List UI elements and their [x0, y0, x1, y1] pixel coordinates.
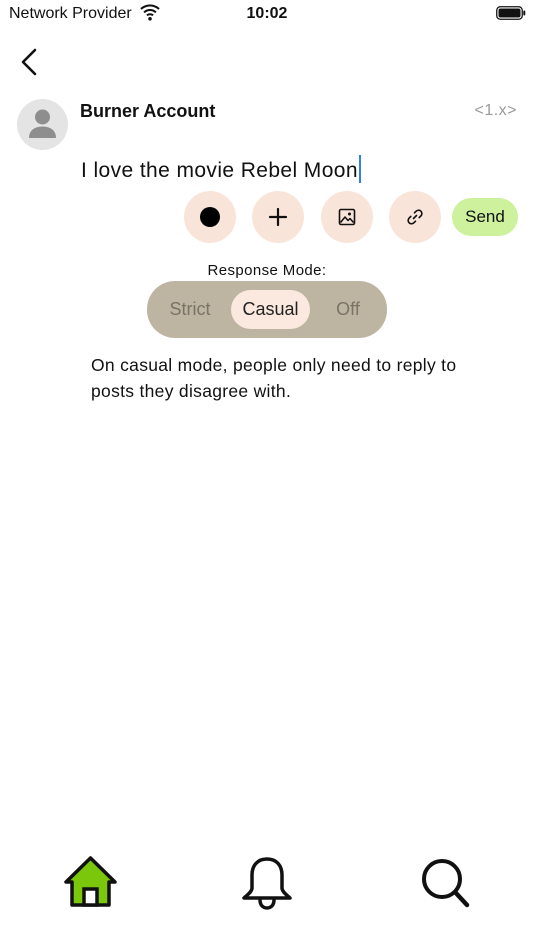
record-button[interactable] — [184, 191, 236, 243]
response-mode-label: Response Mode: — [207, 262, 327, 279]
battery-icon — [496, 6, 526, 20]
bell-icon — [242, 857, 292, 910]
person-icon — [29, 109, 56, 138]
record-dot-icon — [200, 207, 220, 227]
back-button[interactable] — [14, 46, 44, 78]
tab-notifications[interactable] — [241, 855, 293, 910]
post-text: I love the movie Rebel Moon — [81, 159, 358, 182]
image-icon — [338, 208, 356, 226]
version-tag: <1.x> — [474, 102, 517, 119]
image-button[interactable] — [321, 191, 373, 243]
response-mode-selector: Strict Casual Off — [147, 281, 387, 338]
mode-option-casual[interactable]: Casual — [231, 290, 310, 329]
text-caret — [358, 155, 361, 183]
tab-home[interactable] — [63, 855, 118, 908]
compose-screen: Network Provider 10:02 Burner Account <1… — [0, 0, 534, 950]
mode-description: On casual mode, people only need to repl… — [91, 355, 457, 401]
add-button[interactable] — [252, 191, 304, 243]
tab-search[interactable] — [420, 857, 470, 909]
mode-option-off[interactable]: Off — [323, 290, 373, 329]
send-button[interactable]: Send — [452, 198, 518, 236]
account-name: Burner Account — [80, 101, 216, 121]
mode-option-strict[interactable]: Strict — [159, 290, 221, 329]
status-bar: Network Provider 10:02 — [0, 0, 534, 30]
link-icon — [407, 209, 423, 225]
status-time: 10:02 — [246, 5, 288, 22]
plus-icon — [268, 207, 288, 227]
post-text-input[interactable]: I love the movie Rebel Moon — [81, 155, 361, 183]
search-icon — [422, 859, 470, 908]
chevron-left-icon — [21, 48, 37, 76]
home-icon — [64, 856, 117, 907]
avatar — [17, 99, 68, 150]
link-button[interactable] — [389, 191, 441, 243]
